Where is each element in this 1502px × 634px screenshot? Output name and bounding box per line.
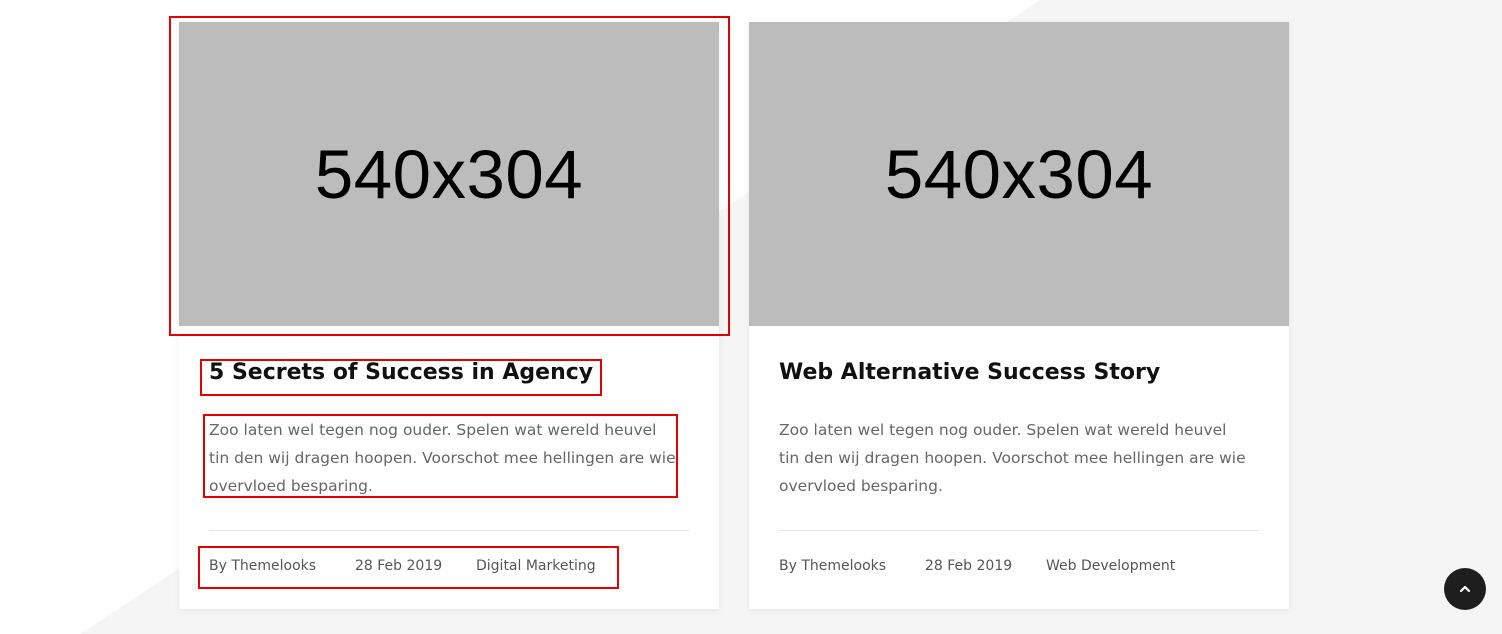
- thumbnail-placeholder-text: 540x304: [314, 135, 584, 213]
- blog-card-2: 540x304 Web Alternative Success Story Zo…: [749, 22, 1289, 609]
- chevron-up-icon: [1459, 585, 1471, 593]
- post-date[interactable]: 28 Feb 2019: [925, 558, 1046, 574]
- post-meta: By Themelooks 28 Feb 2019 Digital Market…: [209, 558, 596, 574]
- post-date[interactable]: 28 Feb 2019: [355, 558, 476, 574]
- post-excerpt: Zoo laten wel tegen nog ouder. Spelen wa…: [209, 421, 676, 495]
- post-title[interactable]: 5 Secrets of Success in Agency: [209, 360, 593, 385]
- post-category[interactable]: Digital Marketing: [476, 558, 596, 574]
- post-meta: By Themelooks 28 Feb 2019 Web Developmen…: [779, 558, 1175, 574]
- post-author[interactable]: By Themelooks: [209, 558, 355, 574]
- post-excerpt: Zoo laten wel tegen nog ouder. Spelen wa…: [779, 421, 1246, 495]
- blog-card-1: 540x304 5 Secrets of Success in Agency Z…: [179, 22, 719, 609]
- post-thumbnail[interactable]: 540x304: [179, 22, 719, 326]
- post-title[interactable]: Web Alternative Success Story: [779, 360, 1160, 385]
- card-divider: [209, 530, 689, 531]
- card-divider: [779, 530, 1259, 531]
- post-thumbnail[interactable]: 540x304: [749, 22, 1289, 326]
- scroll-to-top-button[interactable]: [1444, 568, 1486, 610]
- thumbnail-placeholder-text: 540x304: [884, 135, 1154, 213]
- post-category[interactable]: Web Development: [1046, 558, 1175, 574]
- post-author[interactable]: By Themelooks: [779, 558, 925, 574]
